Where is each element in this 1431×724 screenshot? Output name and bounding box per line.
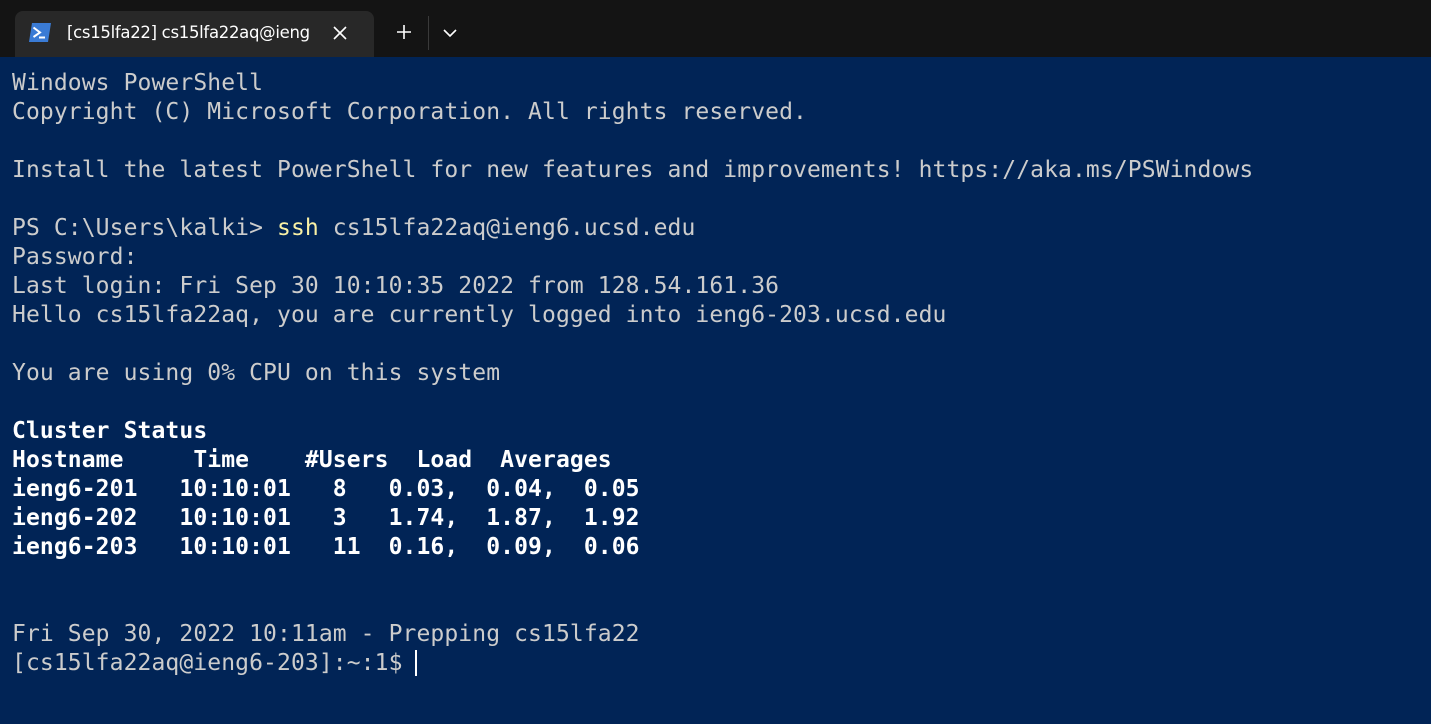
banner-line-2: Copyright (C) Microsoft Corporation. All… — [12, 99, 807, 125]
prepping-line: Fri Sep 30, 2022 10:11am - Prepping cs15… — [12, 621, 640, 647]
last-login-line: Last login: Fri Sep 30 10:10:35 2022 fro… — [12, 273, 780, 299]
shell-prompt: [cs15lfa22aq@ieng6-203]:~:1$ — [12, 650, 403, 676]
ps-prompt: PS C:\Users\kalki> — [12, 215, 277, 241]
cpu-line: You are using 0% CPU on this system — [12, 360, 501, 386]
install-message: Install the latest PowerShell for new fe… — [12, 157, 1254, 183]
chevron-down-icon[interactable] — [438, 22, 462, 44]
terminal-window: [cs15lfa22] cs15lfa22aq@ieng Windows Pow… — [0, 0, 1431, 724]
close-icon[interactable] — [331, 24, 349, 42]
tab-active[interactable]: [cs15lfa22] cs15lfa22aq@ieng — [15, 11, 374, 57]
terminal-output[interactable]: Windows PowerShell Copyright (C) Microso… — [0, 57, 1431, 724]
cluster-header: Hostname Time #Users Load Averages — [12, 447, 612, 473]
plus-icon[interactable] — [390, 18, 418, 46]
powershell-icon — [29, 23, 51, 42]
password-line: Password: — [12, 244, 138, 270]
titlebar-divider — [428, 16, 429, 50]
cluster-title: Cluster Status — [12, 418, 208, 444]
banner-line-1: Windows PowerShell — [12, 70, 264, 96]
shell-prompt-line[interactable]: [cs15lfa22aq@ieng6-203]:~:1$ — [12, 649, 417, 678]
text-cursor — [414, 650, 417, 676]
hello-line: Hello cs15lfa22aq, you are currently log… — [12, 302, 947, 328]
cluster-row: ieng6-201 10:10:01 8 0.03, 0.04, 0.05 — [12, 476, 640, 502]
ps-prompt-line: PS C:\Users\kalki> ssh cs15lfa22aq@ieng6… — [12, 214, 695, 243]
ssh-command: ssh — [277, 215, 319, 241]
cluster-row: ieng6-202 10:10:01 3 1.74, 1.87, 1.92 — [12, 505, 640, 531]
title-bar: [cs15lfa22] cs15lfa22aq@ieng — [0, 0, 1431, 57]
tab-title: [cs15lfa22] cs15lfa22aq@ieng — [67, 23, 310, 42]
ssh-args: cs15lfa22aq@ieng6.ucsd.edu — [318, 215, 696, 241]
cluster-row: ieng6-203 10:10:01 11 0.16, 0.09, 0.06 — [12, 534, 640, 560]
